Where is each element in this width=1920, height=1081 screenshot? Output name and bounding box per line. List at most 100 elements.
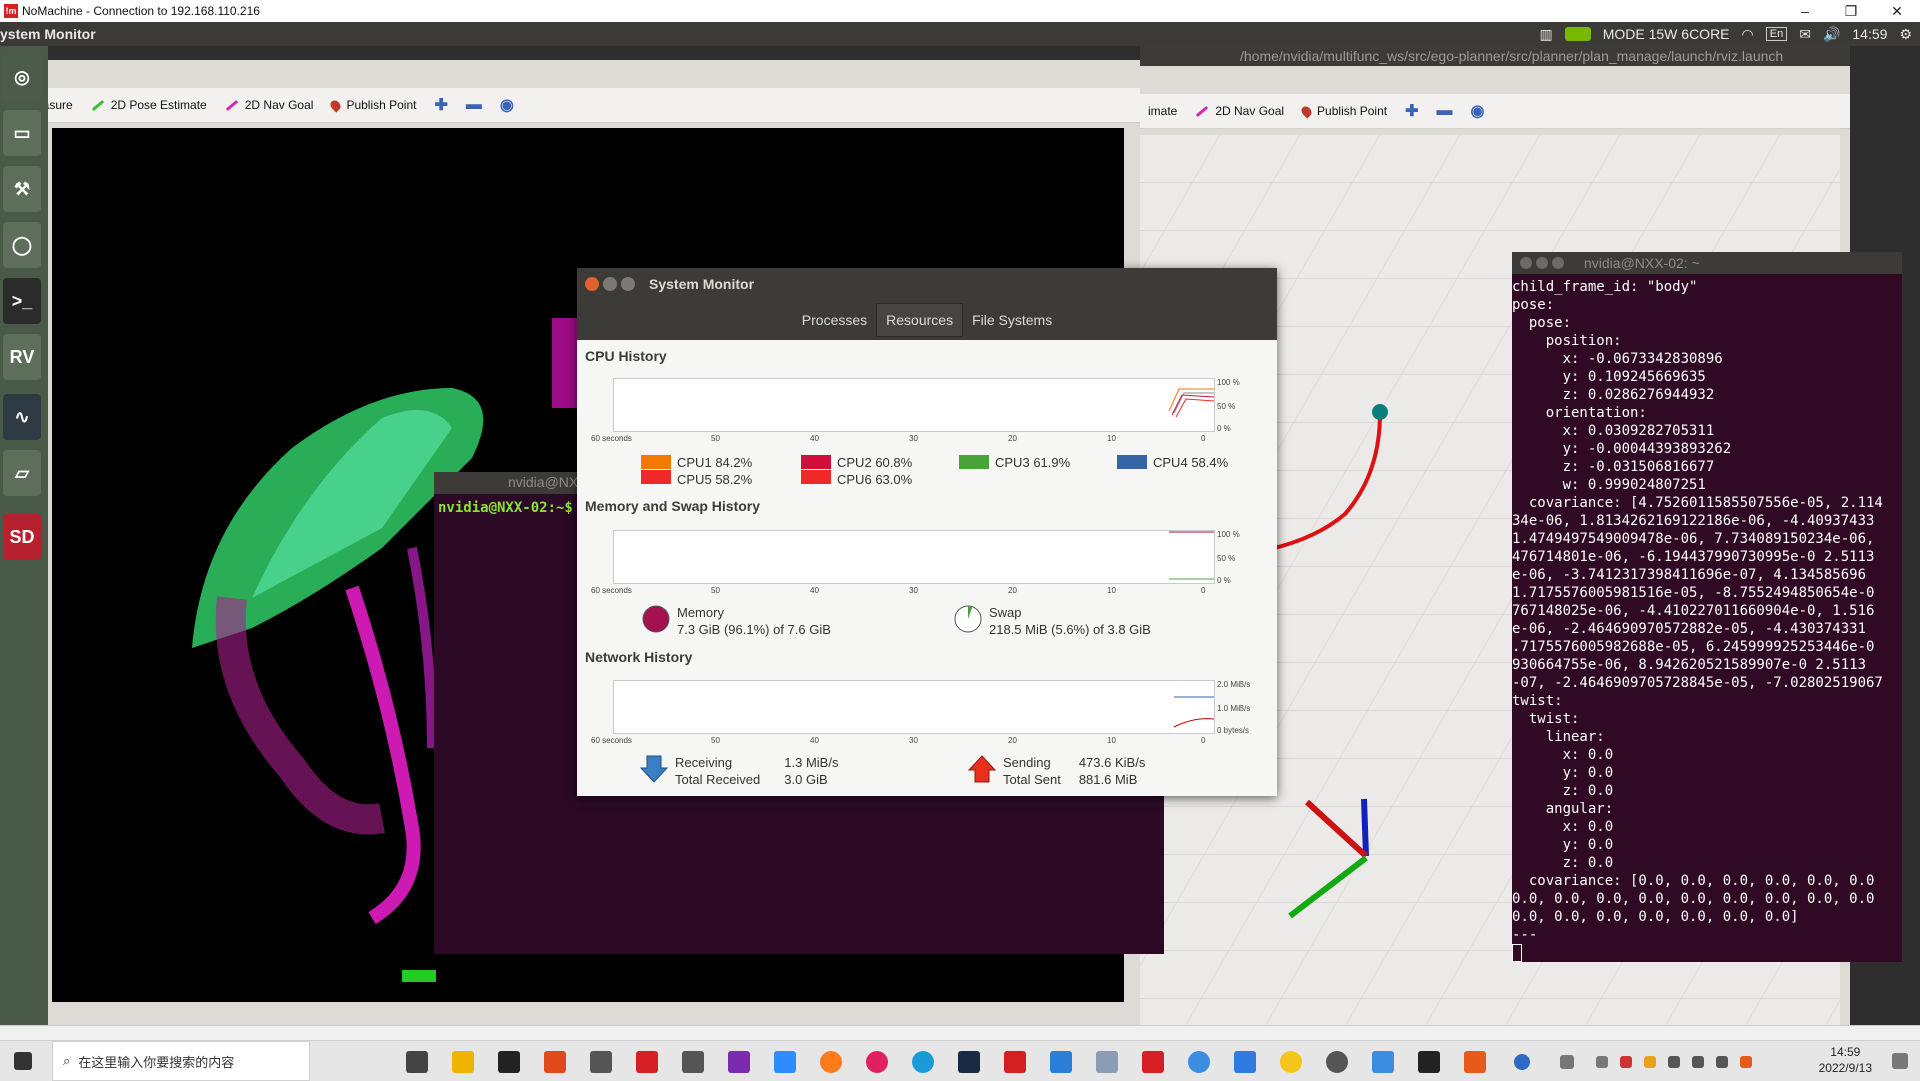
keyboard-indicator-icon[interactable]: ▥ [1539, 26, 1552, 43]
close-dot-icon[interactable] [1520, 257, 1532, 269]
tab-resources[interactable]: Resources [876, 303, 964, 337]
tab-processes[interactable]: Processes [793, 304, 876, 336]
battery-icon[interactable] [1668, 1056, 1680, 1068]
powershell-icon[interactable] [958, 1051, 980, 1073]
cpu3-swatch[interactable] [959, 455, 989, 469]
app-icon-1[interactable] [544, 1051, 566, 1073]
terminal-icon[interactable]: >_ [3, 278, 41, 324]
app-icon-9[interactable] [1464, 1051, 1486, 1073]
cpu1-swatch[interactable] [641, 455, 671, 469]
nvidia-icon[interactable] [1564, 27, 1591, 41]
terminal-window-odometry[interactable]: nvidia@NXX-02: ~ child_frame_id: "body" p… [1512, 252, 1902, 962]
view-eye-icon[interactable]: ◉ [500, 95, 514, 115]
chromium-icon[interactable]: ◯ [3, 222, 41, 268]
terminal-line: -07, -2.4646909705728845e-05, -7.0280251… [1512, 675, 1883, 691]
minimize-icon[interactable] [603, 277, 617, 291]
tray-icon-2[interactable] [1644, 1056, 1656, 1068]
notification-icon[interactable] [1892, 1053, 1908, 1069]
cpu4-swatch[interactable] [1117, 455, 1147, 469]
ubuntu-dash-icon[interactable]: ◎ [3, 54, 41, 100]
nomachine-taskbar-icon[interactable] [1142, 1051, 1164, 1073]
minimize-dot-icon[interactable] [1536, 257, 1548, 269]
windows-start-icon[interactable] [14, 1052, 32, 1070]
input-language[interactable]: En [1765, 27, 1788, 41]
onenote-icon[interactable] [728, 1051, 750, 1073]
camera-icon[interactable] [682, 1051, 704, 1073]
task-view-icon[interactable] [406, 1051, 428, 1073]
close-button[interactable]: ✕ [1874, 0, 1920, 22]
file-manager-icon[interactable]: ▭ [3, 110, 41, 156]
axis-tick: 20 [1008, 586, 1017, 595]
vscode-icon[interactable] [1050, 1051, 1072, 1073]
download-arrow-icon[interactable] [639, 754, 669, 784]
publish-point-tool[interactable]: Publish Point [1299, 103, 1388, 119]
wifi-icon[interactable]: ◠ [1742, 26, 1754, 43]
tray-icon-1[interactable] [1620, 1056, 1632, 1068]
power-mode-indicator[interactable]: MODE 15W 6CORE [1603, 26, 1730, 42]
remove-tool-icon[interactable]: ▬ [466, 96, 482, 114]
taskbar-clock[interactable]: 14:59 2022/9/13 [1819, 1044, 1872, 1076]
rviz-icon[interactable]: RV [3, 334, 41, 380]
drive-icon[interactable]: ▱ [3, 450, 41, 496]
network-tray-icon[interactable] [1692, 1056, 1704, 1068]
close-icon[interactable] [585, 277, 599, 291]
tab-file-systems[interactable]: File Systems [963, 304, 1061, 336]
system-monitor-icon[interactable]: ∿ [3, 394, 41, 440]
settings-gear-icon[interactable]: ⚙ [1899, 26, 1912, 43]
zoom-icon[interactable] [774, 1051, 796, 1073]
sd-card-icon[interactable]: SD [3, 514, 41, 560]
mail-app-icon[interactable] [590, 1051, 612, 1073]
cpu5-swatch[interactable] [641, 470, 671, 484]
nav-goal-tool[interactable]: 2D Nav Goal [1195, 104, 1284, 118]
taskbar-date: 2022/9/13 [1818, 1061, 1872, 1075]
add-tool-icon[interactable]: ✚ [434, 95, 447, 115]
pose-estimate-tool[interactable]: imate [1148, 104, 1177, 118]
wps-icon[interactable] [1004, 1051, 1026, 1073]
horizontal-scrollbar[interactable] [0, 1025, 1920, 1041]
app-icon-4[interactable] [1096, 1051, 1118, 1073]
terminal-taskbar-icon[interactable] [1418, 1051, 1440, 1073]
store-icon[interactable] [498, 1051, 520, 1073]
people-icon[interactable] [1560, 1055, 1574, 1069]
app-icon-8[interactable] [1372, 1051, 1394, 1073]
app-icon-5[interactable] [1188, 1051, 1210, 1073]
upload-arrow-icon[interactable] [967, 754, 997, 784]
view-eye-icon[interactable]: ◉ [1471, 101, 1485, 121]
app-icon-6[interactable] [1234, 1051, 1256, 1073]
terminal-line: z: 0.0286276944932 [1512, 387, 1715, 403]
cpu-value: 58.4% [1191, 455, 1229, 470]
mail-icon[interactable]: ✉ [1799, 26, 1811, 43]
help-icon[interactable] [1514, 1054, 1530, 1070]
taskbar-search[interactable]: ⌕ 在这里输入你要搜索的内容 [52, 1041, 310, 1081]
app-icon-3[interactable] [866, 1051, 888, 1073]
minimize-button[interactable]: – [1782, 0, 1828, 22]
swap-pie-icon[interactable] [953, 604, 983, 634]
ime-icon[interactable] [1716, 1056, 1728, 1068]
firefox-icon[interactable] [820, 1051, 842, 1073]
cpu6-swatch[interactable] [801, 470, 831, 484]
measure-tool[interactable]: Measure [26, 98, 73, 112]
remove-tool-icon[interactable]: ▬ [1437, 102, 1453, 120]
restore-button[interactable]: ❐ [1828, 0, 1874, 22]
edge-icon[interactable] [912, 1051, 934, 1073]
terminal-line: pose: [1512, 297, 1555, 313]
system-settings-icon[interactable]: ⚒ [3, 166, 41, 212]
app-icon-7[interactable] [1280, 1051, 1302, 1073]
cpu2-swatch[interactable] [801, 455, 831, 469]
publish-point-tool[interactable]: Publish Point [328, 97, 416, 113]
axis-tick: 40 [810, 586, 819, 595]
settings-icon[interactable] [1326, 1051, 1348, 1073]
panel-clock[interactable]: 14:59 [1852, 26, 1887, 42]
nav-goal-tool[interactable]: 2D Nav Goal [225, 98, 313, 112]
app-icon-2[interactable] [636, 1051, 658, 1073]
pose-estimate-tool[interactable]: 2D Pose Estimate [91, 98, 207, 112]
maximize-icon[interactable] [621, 277, 635, 291]
tool-label: Publish Point [1317, 104, 1388, 118]
maximize-dot-icon[interactable] [1552, 257, 1564, 269]
memory-pie-icon[interactable] [641, 604, 671, 634]
add-tool-icon[interactable]: ✚ [1405, 101, 1418, 121]
tray-icon-3[interactable] [1740, 1056, 1752, 1068]
file-explorer-icon[interactable] [452, 1051, 474, 1073]
volume-icon[interactable]: 🔊 [1823, 26, 1840, 43]
tray-chevron-icon[interactable] [1596, 1056, 1608, 1068]
